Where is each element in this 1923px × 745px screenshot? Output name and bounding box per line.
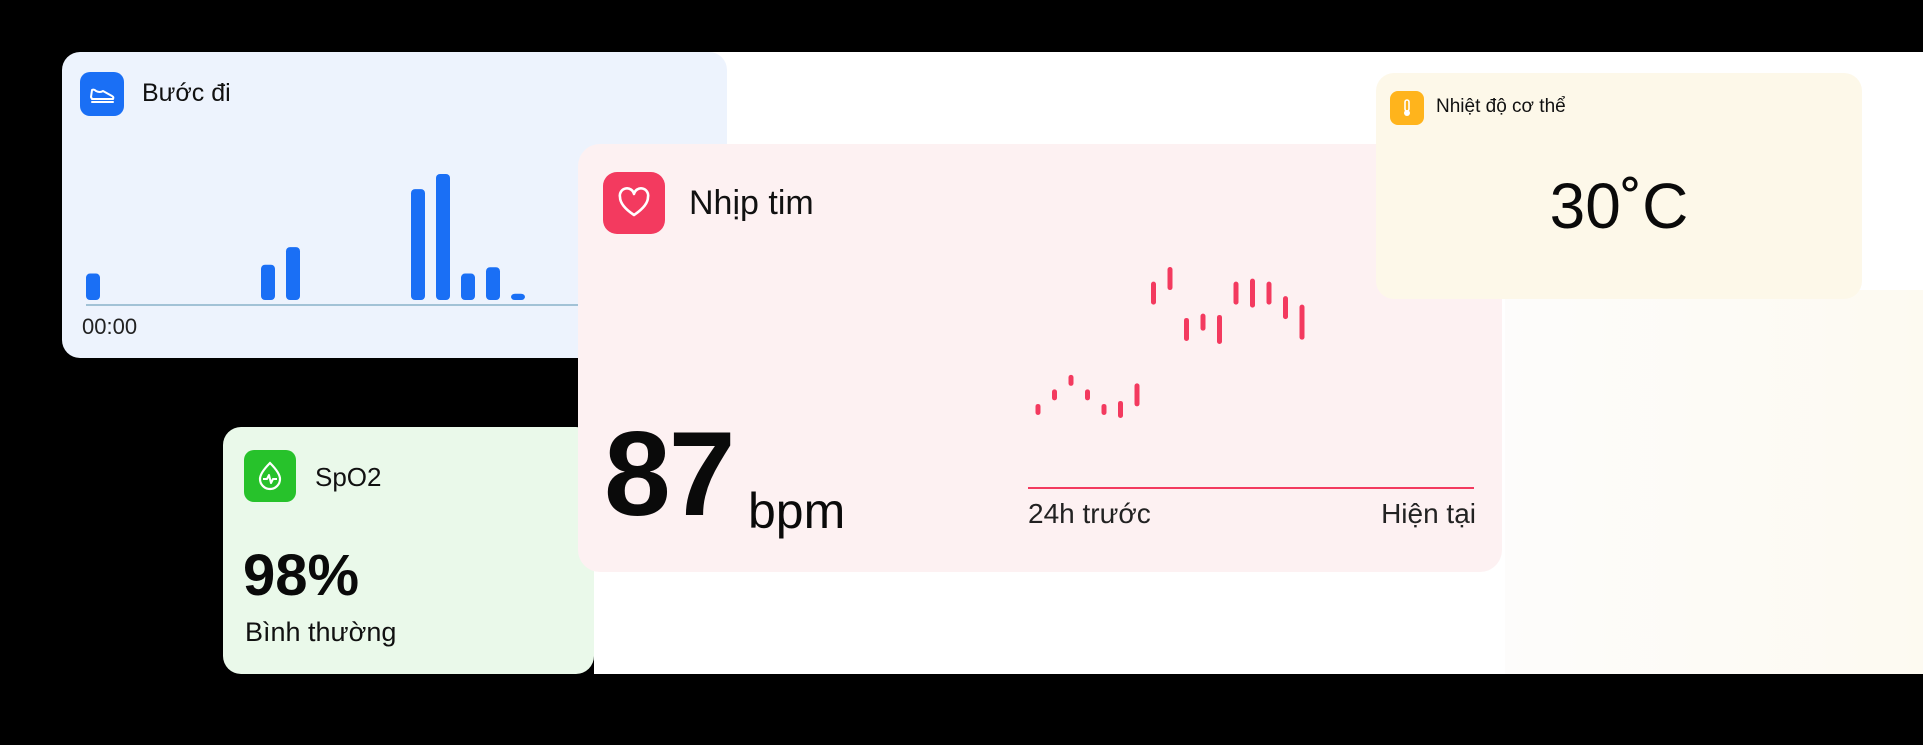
- steps-bar: [411, 189, 425, 300]
- steps-bar: [486, 267, 500, 300]
- heart-rate-value: 87: [604, 407, 735, 541]
- temperature-title: Nhiệt độ cơ thể: [1436, 96, 1566, 117]
- steps-bar: [436, 174, 450, 300]
- background-gradient-area: [1505, 290, 1923, 674]
- steps-time-label: 00:00: [82, 314, 138, 339]
- steps-bar: [286, 247, 300, 300]
- steps-bar: [86, 273, 100, 300]
- heart-icon: [603, 172, 665, 234]
- heart-rate-unit: bpm: [748, 483, 846, 539]
- heart-range-start: 24h trước: [1028, 498, 1151, 529]
- thermometer-icon: [1390, 91, 1424, 125]
- shoe-icon: [80, 72, 124, 116]
- steps-bar: [261, 264, 275, 300]
- spo2-card[interactable]: SpO2 98% Bình thường: [223, 427, 594, 674]
- steps-bar-chart: [86, 174, 646, 306]
- spo2-status: Bình thường: [245, 617, 397, 647]
- steps-bar: [511, 293, 525, 300]
- oxygen-drop-icon: [244, 450, 296, 502]
- spo2-title: SpO2: [315, 462, 382, 492]
- steps-title: Bước đi: [142, 79, 231, 107]
- body-temperature-card[interactable]: Nhiệt độ cơ thể 30˚C: [1376, 73, 1862, 299]
- steps-bar: [461, 273, 475, 300]
- heart-range-end: Hiện tại: [1381, 498, 1476, 529]
- heart-rate-title: Nhịp tim: [689, 184, 814, 222]
- heart-rate-card[interactable]: Nhịp tim 87 bpm 24h trước Hiện tại: [578, 144, 1502, 572]
- spo2-value: 98%: [243, 543, 360, 608]
- temperature-value: 30˚C: [1549, 170, 1689, 242]
